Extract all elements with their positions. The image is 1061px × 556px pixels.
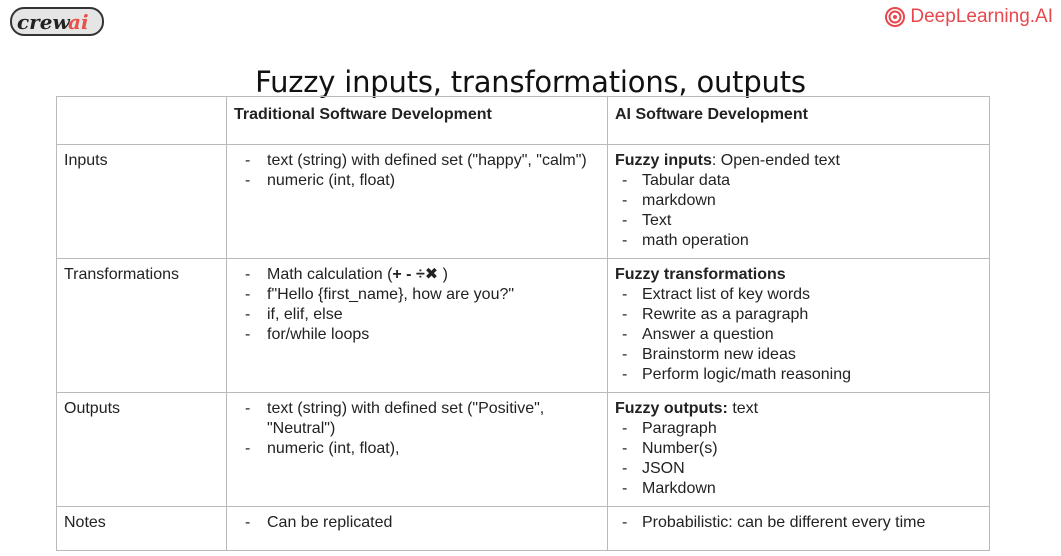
row-label-transformations: Transformations bbox=[56, 258, 227, 393]
list-item: Answer a question bbox=[615, 325, 982, 345]
math-symbols: + - ÷✖ bbox=[392, 266, 439, 283]
ai-cell-heading: Fuzzy outputs: text bbox=[615, 399, 982, 419]
list-item: Rewrite as a paragraph bbox=[615, 305, 982, 325]
deeplearning-wordmark: DeepLearning.AI bbox=[910, 6, 1053, 27]
ai-list: Paragraph Number(s) JSON Markdown bbox=[615, 419, 982, 499]
table-row: Inputs text (string) with defined set ("… bbox=[56, 144, 990, 259]
ai-cell: Fuzzy inputs: Open-ended text Tabular da… bbox=[607, 144, 990, 259]
list-item: numeric (int, float) bbox=[234, 171, 600, 191]
traditional-list: text (string) with defined set ("Positiv… bbox=[234, 399, 600, 459]
table-row: Notes Can be replicated Probabilistic: c… bbox=[56, 506, 990, 551]
list-item: Extract list of key words bbox=[615, 285, 982, 305]
list-item: Tabular data bbox=[615, 171, 982, 191]
traditional-list: text (string) with defined set ("happy",… bbox=[234, 151, 600, 191]
list-item: Paragraph bbox=[615, 419, 982, 439]
ai-heading-rest: : Open-ended text bbox=[711, 152, 840, 169]
ai-cell: Fuzzy transformations Extract list of ke… bbox=[607, 258, 990, 393]
list-item: Number(s) bbox=[615, 439, 982, 459]
comparison-table: Traditional Software Development AI Soft… bbox=[56, 96, 990, 551]
ai-cell: Fuzzy outputs: text Paragraph Number(s) … bbox=[607, 392, 990, 507]
header-empty bbox=[56, 96, 227, 145]
ai-list: Tabular data markdown Text math operatio… bbox=[615, 171, 982, 251]
math-suffix: ) bbox=[438, 266, 448, 283]
list-item: Perform logic/math reasoning bbox=[615, 365, 982, 385]
list-item: markdown bbox=[615, 191, 982, 211]
traditional-list: Math calculation (+ - ÷✖ ) f"Hello {firs… bbox=[234, 265, 600, 345]
list-item: if, elif, else bbox=[234, 305, 600, 325]
header-row: Traditional Software Development AI Soft… bbox=[56, 96, 990, 145]
list-item: for/while loops bbox=[234, 325, 600, 345]
list-item: Can be replicated bbox=[234, 513, 600, 533]
list-item: text (string) with defined set ("Positiv… bbox=[234, 399, 600, 439]
list-item: Probabilistic: can be different every ti… bbox=[615, 513, 982, 533]
traditional-cell: text (string) with defined set ("happy",… bbox=[226, 144, 608, 259]
ai-list: Probabilistic: can be different every ti… bbox=[615, 513, 982, 533]
header-traditional: Traditional Software Development bbox=[226, 96, 608, 145]
traditional-cell: Math calculation (+ - ÷✖ ) f"Hello {firs… bbox=[226, 258, 608, 393]
ai-heading-bold: Fuzzy outputs: bbox=[615, 400, 728, 417]
row-label-outputs: Outputs bbox=[56, 392, 227, 507]
ai-cell: Probabilistic: can be different every ti… bbox=[607, 506, 990, 551]
list-item: Math calculation (+ - ÷✖ ) bbox=[234, 265, 600, 285]
row-label-inputs: Inputs bbox=[56, 144, 227, 259]
traditional-cell: Can be replicated bbox=[226, 506, 608, 551]
list-item: text (string) with defined set ("happy",… bbox=[234, 151, 600, 171]
slide-title: Fuzzy inputs, transformations, outputs bbox=[255, 65, 806, 100]
list-item: Markdown bbox=[615, 479, 982, 499]
list-item: numeric (int, float), bbox=[234, 439, 600, 459]
crewai-logo-mark: crew ai bbox=[10, 7, 104, 36]
ai-heading-rest: text bbox=[727, 400, 759, 417]
list-item: JSON bbox=[615, 459, 982, 479]
crewai-logo: crew ai bbox=[10, 4, 106, 38]
list-item: Text bbox=[615, 211, 982, 231]
list-item: Brainstorm new ideas bbox=[615, 345, 982, 365]
ai-cell-heading: Fuzzy inputs: Open-ended text bbox=[615, 151, 982, 171]
traditional-list: Can be replicated bbox=[234, 513, 600, 533]
svg-text:crew: crew bbox=[17, 10, 70, 34]
list-item: math operation bbox=[615, 231, 982, 251]
math-prefix: Math calculation ( bbox=[267, 266, 393, 283]
table-row: Transformations Math calculation (+ - ÷✖… bbox=[56, 258, 990, 393]
row-label-notes: Notes bbox=[56, 506, 227, 551]
traditional-cell: text (string) with defined set ("Positiv… bbox=[226, 392, 608, 507]
ai-heading-bold: Fuzzy transformations bbox=[615, 266, 786, 283]
table-row: Outputs text (string) with defined set (… bbox=[56, 392, 990, 507]
header-ai: AI Software Development bbox=[607, 96, 990, 145]
ai-cell-heading: Fuzzy transformations bbox=[615, 265, 982, 285]
svg-text:ai: ai bbox=[68, 10, 89, 34]
deeplearning-logo: DeepLearning.AI bbox=[885, 6, 1053, 28]
list-item: f"Hello {first_name}, how are you?" bbox=[234, 285, 600, 305]
ai-list: Extract list of key words Rewrite as a p… bbox=[615, 285, 982, 385]
deeplearning-icon bbox=[885, 7, 906, 27]
ai-heading-bold: Fuzzy inputs bbox=[615, 152, 712, 169]
